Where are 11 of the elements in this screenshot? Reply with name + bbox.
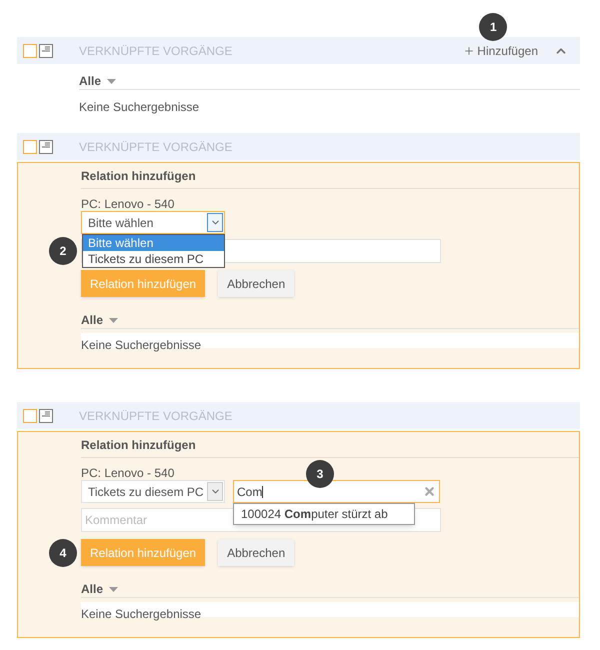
subject-label: PC: Lenovo - 540 <box>81 466 174 480</box>
empty-message: Keine Suchergebnisse <box>81 607 202 621</box>
empty-message: Keine Suchergebnisse <box>79 100 200 114</box>
empty-message: Keine Suchergebnisse <box>81 338 202 352</box>
subject-label: PC: Lenovo - 540 <box>81 197 174 211</box>
step-badge: 2 <box>49 237 77 265</box>
step-badge: 3 <box>306 460 334 488</box>
step-badge: 1 <box>479 12 508 40</box>
step-badge: 4 <box>49 539 77 567</box>
form-heading: Relation hinzufügen <box>81 169 196 183</box>
form-heading: Relation hinzufügen <box>81 438 196 452</box>
